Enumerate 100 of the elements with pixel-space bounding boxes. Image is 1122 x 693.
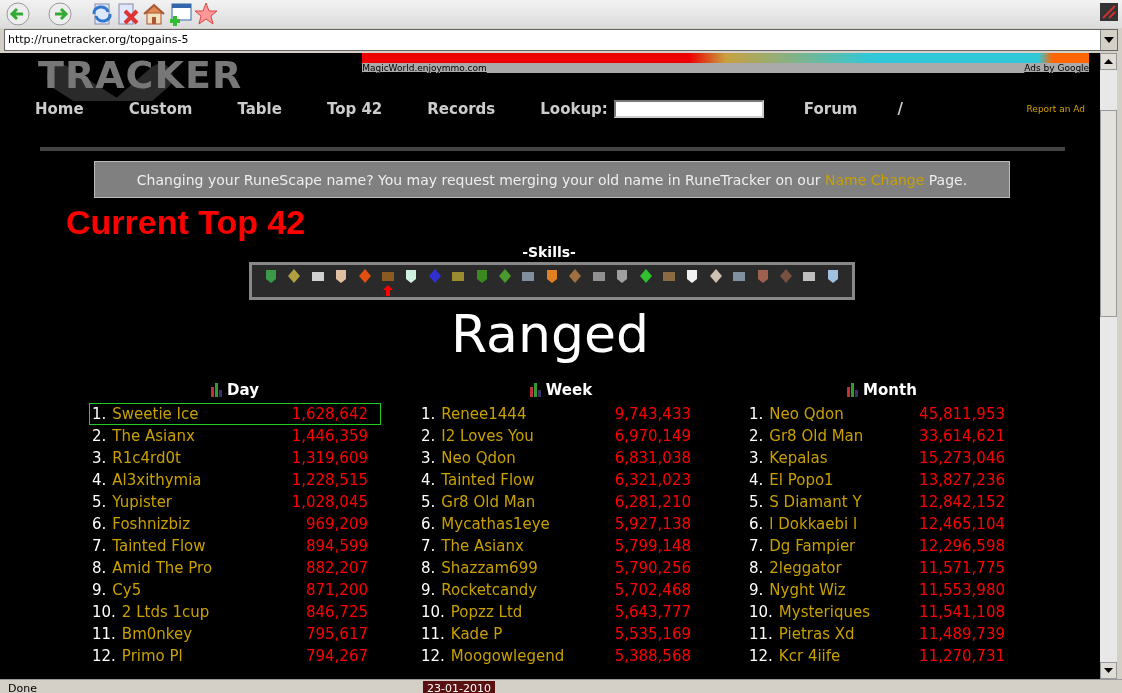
player-link[interactable]: Bm0nkey [121,625,306,643]
player-link[interactable]: Cy5 [112,581,306,599]
player-link[interactable]: El Popo1 [769,471,920,489]
nav-link[interactable]: Custom [128,100,193,118]
stop-icon[interactable] [116,2,140,26]
player-link[interactable]: Popzz Ltd [450,603,615,621]
rank-number: 8. [749,559,764,577]
player-link[interactable]: Pietras Xd [778,625,920,643]
up-arrow-icon[interactable] [1104,59,1113,64]
player-link[interactable]: Renee1444 [441,405,615,423]
player-link[interactable]: Dg Fampier [769,537,920,555]
player-link[interactable]: Neo Qdon [769,405,920,423]
player-link[interactable]: Shazzam699 [441,559,615,577]
page-title: Current Top 42 [66,202,307,242]
xp-gain: 5,927,138 [614,515,691,533]
xp-gain: 5,388,568 [614,647,691,665]
xp-gain: 11,270,731 [919,647,1005,665]
player-link[interactable]: I2 Loves You [441,427,615,445]
player-link[interactable]: Primo Pl [121,647,306,665]
player-link[interactable]: Nyght Wiz [769,581,920,599]
nav-link[interactable]: Records [427,100,496,118]
xp-gain: 11,553,980 [919,581,1005,599]
xp-gain: 969,209 [305,515,368,533]
home-icon[interactable] [142,2,166,26]
report-ad-link[interactable]: Report an Ad [1026,104,1085,114]
xp-gain: 13,827,236 [919,471,1005,489]
player-link[interactable]: l Dokkaebi l [769,515,920,533]
xp-gain: 45,811,953 [919,405,1005,423]
player-link[interactable]: Neo Qdon [441,449,615,467]
star-icon[interactable] [194,2,218,26]
player-link[interactable]: Al3xithymia [112,471,292,489]
rank-number: 6. [421,515,436,533]
refresh-icon[interactable] [90,2,114,26]
xp-gain: 5,702,468 [614,581,691,599]
player-link[interactable]: R1c4rd0t [112,449,292,467]
skill-icon[interactable] [707,268,724,284]
nav-link[interactable]: Forum [803,100,858,118]
down-arrow-icon[interactable] [1104,668,1113,673]
player-link[interactable]: 2 Ltds 1cup [121,603,306,621]
rank-number: 4. [92,471,107,489]
xp-gain: 6,970,149 [614,427,691,445]
player-link[interactable]: Yupister [112,493,292,511]
xp-gain: 9,743,433 [614,405,691,423]
skill-icon[interactable] [637,268,654,284]
player-link[interactable]: The Asianx [441,537,615,555]
skills-heading: -Skills- [521,244,577,262]
player-link[interactable]: Sweetie Ice [112,405,292,423]
skill-icon[interactable] [286,268,303,284]
scroll-thumb[interactable] [1100,110,1117,317]
player-link[interactable]: Gr8 Old Man [441,493,615,511]
forward-icon[interactable] [48,2,72,26]
player-link[interactable]: Kcr 4iife [778,647,920,665]
rank-number: 11. [421,625,445,643]
player-link[interactable]: Tainted Flow [112,537,306,555]
nav-link[interactable]: Table [237,100,282,118]
player-link[interactable]: Mycathas1eye [441,515,615,533]
xp-gain: 5,535,169 [614,625,691,643]
xp-gain: 5,790,256 [614,559,691,577]
player-link[interactable]: Kade P [450,625,615,643]
player-link[interactable]: Amid The Pro [112,559,306,577]
xp-gain: 846,725 [305,603,368,621]
xp-gain: 6,831,038 [614,449,691,467]
scrollbar[interactable] [1100,53,1117,679]
xp-gain: 1,028,045 [291,493,368,511]
new-window-icon[interactable] [168,2,192,26]
xp-gain: 11,541,108 [919,603,1005,621]
xp-gain: 794,267 [305,647,368,665]
xp-gain: 12,465,104 [919,515,1005,533]
site-logo[interactable]: TRACKER [38,53,243,97]
rank-number: 10. [749,603,773,621]
rank-number: 3. [749,449,764,467]
xp-gain: 5,643,777 [614,603,691,621]
extension-icon[interactable] [1100,3,1118,21]
player-link[interactable]: Moogowlegend [450,647,615,665]
rank-number: 8. [92,559,107,577]
lookup-field[interactable] [613,100,764,118]
player-link[interactable]: Rocketcandy [441,581,615,599]
nav-link[interactable]: Top 42 [326,100,383,118]
ad-link[interactable]: MagicWorld.enjoymmo.com [362,63,487,73]
ads-by-google-link[interactable]: Ads by Google [1024,63,1090,73]
xp-gain: 33,614,621 [919,427,1005,445]
status-text: Done [8,681,38,693]
rank-number: 3. [92,449,107,467]
player-link[interactable]: The Asianx [112,427,292,445]
rank-number: 9. [749,581,764,599]
player-link[interactable]: 2leggator [769,559,920,577]
xp-gain: 6,281,210 [614,493,691,511]
rank-number: 8. [421,559,436,577]
player-link[interactable]: Tainted Flow [441,471,615,489]
xp-gain: 6,321,023 [614,471,691,489]
nav-link[interactable]: / [897,100,903,118]
player-link[interactable]: Foshnizbiz [112,515,306,533]
period-heading: Month [863,381,917,399]
player-link[interactable]: S Diamant Y [769,493,920,511]
player-link[interactable]: Kepalas [769,449,920,467]
back-icon[interactable] [6,2,30,26]
xp-gain: 11,571,775 [919,559,1005,577]
nav-link[interactable]: Home [35,100,84,118]
player-link[interactable]: Gr8 Old Man [769,427,920,445]
player-link[interactable]: Mysteriques [778,603,920,621]
